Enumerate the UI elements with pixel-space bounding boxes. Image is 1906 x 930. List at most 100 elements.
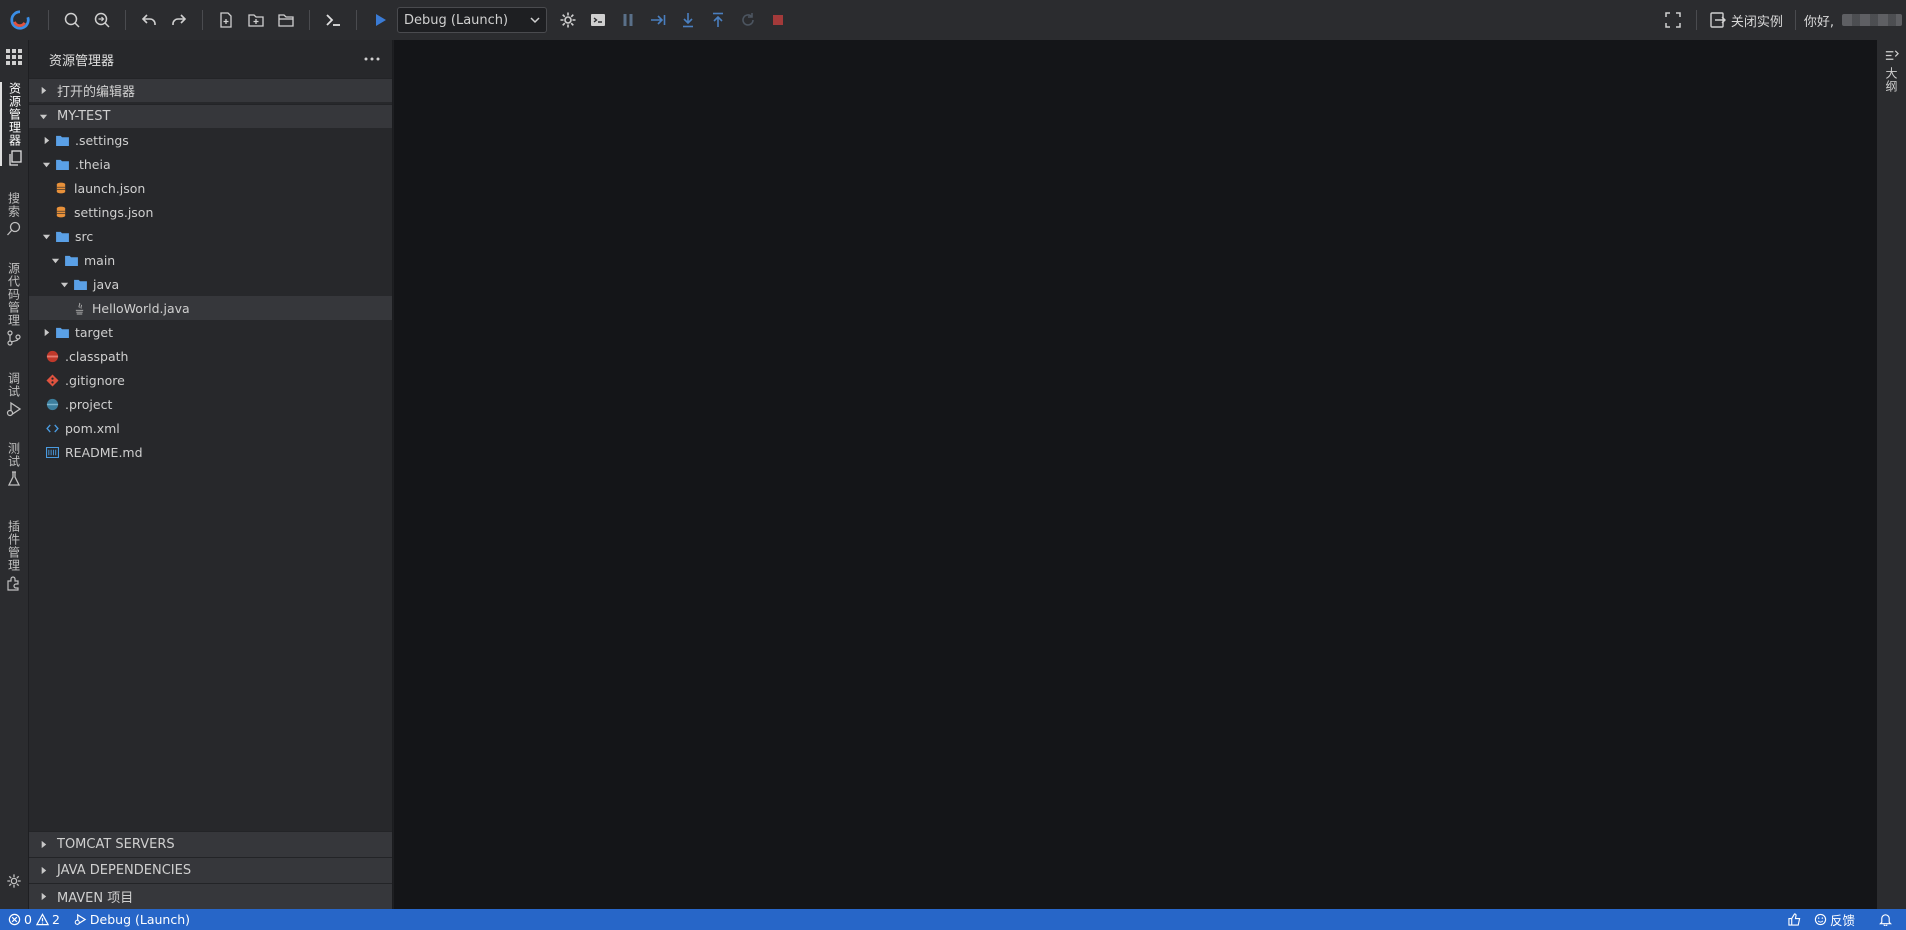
- debug-status[interactable]: Debug (Launch): [69, 909, 195, 930]
- tree-item[interactable]: java: [29, 272, 392, 296]
- gear-icon: [7, 874, 21, 888]
- pause-icon: [623, 14, 633, 26]
- like-button[interactable]: [1783, 909, 1809, 930]
- outline-tab[interactable]: 大纲: [1877, 48, 1906, 93]
- activity-testing[interactable]: 测试: [0, 442, 28, 487]
- tree-item[interactable]: launch.json: [29, 176, 392, 200]
- debug-config-select[interactable]: Debug (Launch): [397, 7, 547, 33]
- redo-button[interactable]: [164, 5, 194, 35]
- java-dependencies-section[interactable]: JAVA DEPENDENCIES: [29, 857, 392, 883]
- notifications-button[interactable]: [1874, 909, 1900, 930]
- restart-icon: [742, 13, 754, 26]
- restart-button[interactable]: [733, 5, 763, 35]
- chevron-down-icon[interactable]: [57, 277, 71, 291]
- chevron-right-icon: [35, 837, 51, 853]
- pause-button[interactable]: [613, 5, 643, 35]
- tree-item[interactable]: src: [29, 224, 392, 248]
- error-count: 0: [24, 912, 32, 927]
- tree-item-label: HelloWorld.java: [92, 300, 190, 316]
- activity-search-label: 搜索: [6, 192, 21, 218]
- undo-icon: [141, 14, 156, 25]
- tree-item[interactable]: settings.json: [29, 200, 392, 224]
- error-icon: [8, 913, 21, 926]
- tree-item-label: .classpath: [65, 348, 129, 364]
- chevron-right-icon[interactable]: [39, 325, 53, 339]
- debug-settings-button[interactable]: [553, 5, 583, 35]
- chevron-down-icon[interactable]: [39, 157, 53, 171]
- maven-projects-section[interactable]: MAVEN 项目: [29, 883, 392, 909]
- new-file-button[interactable]: [211, 5, 241, 35]
- tree-item[interactable]: HelloWorld.java: [29, 296, 392, 320]
- tree-item[interactable]: main: [29, 248, 392, 272]
- tree-item[interactable]: .theia: [29, 152, 392, 176]
- tree-item[interactable]: .settings: [29, 128, 392, 152]
- step-over-button[interactable]: [643, 5, 673, 35]
- bell-icon: [1879, 914, 1892, 926]
- toolbar-separator: [202, 10, 203, 30]
- settings-button[interactable]: [0, 870, 28, 889]
- debug-status-label: Debug (Launch): [89, 912, 191, 927]
- tree-item[interactable]: .classpath: [29, 344, 392, 368]
- tree-item[interactable]: target: [29, 320, 392, 344]
- activity-explorer[interactable]: 资源管理器: [0, 82, 28, 166]
- tree-item[interactable]: README.md: [29, 440, 392, 464]
- explorer-title: 资源管理器: [49, 53, 115, 69]
- open-folder-button[interactable]: [271, 5, 301, 35]
- warning-count: 2: [51, 912, 60, 927]
- step-out-button[interactable]: [703, 5, 733, 35]
- activity-extensions[interactable]: 插件管理: [0, 520, 28, 591]
- folder-icon: [55, 157, 69, 171]
- terminal-button[interactable]: [318, 5, 348, 35]
- search-button[interactable]: [57, 5, 87, 35]
- right-side-bar: 大纲: [1877, 40, 1906, 909]
- more-actions-icon[interactable]: [364, 57, 380, 61]
- chevron-down-icon[interactable]: [39, 229, 53, 243]
- activity-debug-label: 调试: [6, 372, 21, 398]
- fullscreen-button[interactable]: [1658, 5, 1688, 35]
- open-editors-section[interactable]: 打开的编辑器: [29, 78, 392, 102]
- activity-search[interactable]: 搜索: [0, 192, 28, 237]
- step-into-button[interactable]: [673, 5, 703, 35]
- tree-item[interactable]: pom.xml: [29, 416, 392, 440]
- flask-icon: [7, 471, 21, 486]
- debug-console-button[interactable]: [583, 5, 613, 35]
- tree-item[interactable]: .project: [29, 392, 392, 416]
- tree-item-label: src: [75, 228, 94, 244]
- tree-item-label: target: [75, 324, 114, 340]
- tree-item-label: java: [93, 276, 120, 292]
- explorer-header: 资源管理器: [29, 40, 392, 78]
- tree-item[interactable]: .gitignore: [29, 368, 392, 392]
- toolbar-separator: [48, 10, 49, 30]
- activity-debug[interactable]: 调试: [0, 372, 28, 417]
- app-logo-icon: [10, 10, 30, 30]
- find-replace-button[interactable]: [87, 5, 117, 35]
- activity-source-control[interactable]: 源代码管理: [0, 262, 28, 346]
- section-label: JAVA DEPENDENCIES: [57, 863, 192, 878]
- open-folder-icon: [278, 14, 294, 27]
- greeting-text: 你好,: [1803, 14, 1834, 30]
- file-tree: .settings .theia launch.json settings.json s…: [29, 128, 392, 464]
- debug-icon: [74, 913, 87, 926]
- folder-icon: [73, 277, 87, 291]
- stop-button[interactable]: [763, 5, 793, 35]
- editor-area[interactable]: [394, 40, 1877, 909]
- new-folder-button[interactable]: [241, 5, 271, 35]
- close-instance-button[interactable]: 关闭实例: [1705, 5, 1787, 35]
- debug-icon: [6, 401, 22, 417]
- undo-button[interactable]: [134, 5, 164, 35]
- project-section[interactable]: MY-TEST: [29, 104, 392, 128]
- chevron-down-icon[interactable]: [48, 253, 62, 267]
- feedback-button[interactable]: 反馈: [1809, 909, 1860, 930]
- gear-icon: [560, 12, 576, 28]
- tree-item-label: .gitignore: [65, 372, 125, 388]
- search-icon: [7, 221, 21, 236]
- tree-item-label: .project: [65, 396, 113, 412]
- activity-testing-label: 测试: [6, 442, 21, 468]
- tree-item-label: README.md: [65, 444, 143, 460]
- chevron-right-icon[interactable]: [39, 133, 53, 147]
- tomcat-servers-section[interactable]: TOMCAT SERVERS: [29, 831, 392, 857]
- status-bar: 0 2 Debug (Launch) 反馈: [0, 909, 1906, 930]
- menu-grid-button[interactable]: [0, 46, 28, 65]
- start-debug-button[interactable]: [365, 5, 395, 35]
- problems-indicator[interactable]: 0 2: [0, 909, 65, 930]
